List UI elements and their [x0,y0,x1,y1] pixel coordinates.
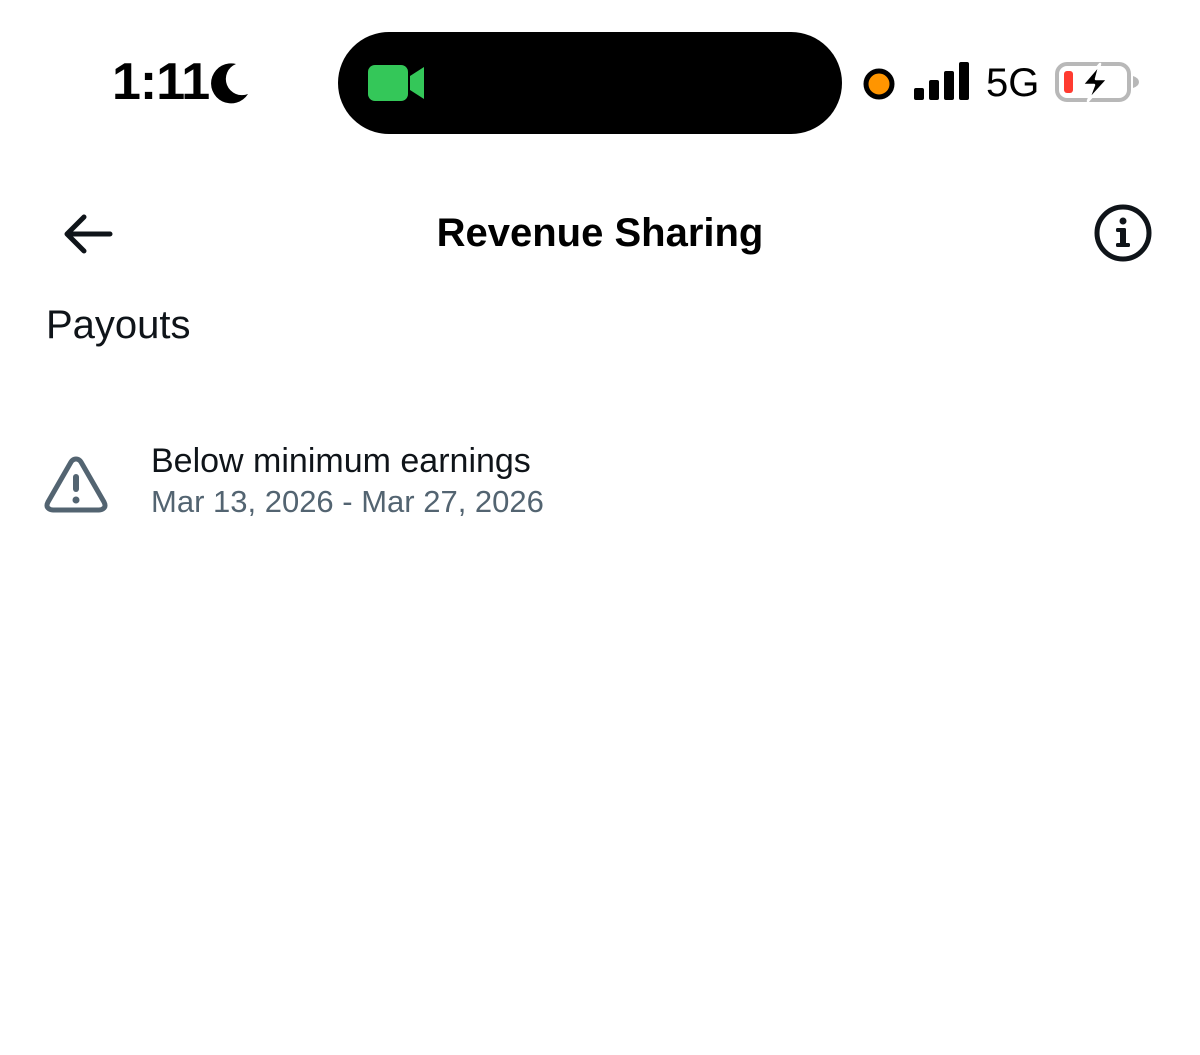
info-button[interactable] [1086,196,1160,270]
payout-date-range: Mar 13, 2026 - Mar 27, 2026 [151,484,544,519]
moon-icon [211,63,248,104]
battery-charging-icon [1055,62,1139,103]
payout-list-item[interactable]: Below minimum earnings Mar 13, 2026 - Ma… [0,422,1200,542]
video-camera-icon [368,65,424,101]
status-bar: 1:11 5G [0,0,1200,165]
payout-status-title: Below minimum earnings [151,442,531,480]
warning-icon [44,456,108,513]
dynamic-island[interactable] [338,32,842,134]
back-arrow-icon [64,214,113,254]
info-icon [1094,204,1152,262]
page-title: Revenue Sharing [436,211,764,255]
status-time: 1:11 [112,53,210,111]
cellular-signal-icon [914,62,969,100]
back-button[interactable] [52,198,124,270]
recording-indicator-dot [863,68,895,100]
network-label: 5G [986,61,1040,105]
section-title-payouts: Payouts [46,303,191,347]
